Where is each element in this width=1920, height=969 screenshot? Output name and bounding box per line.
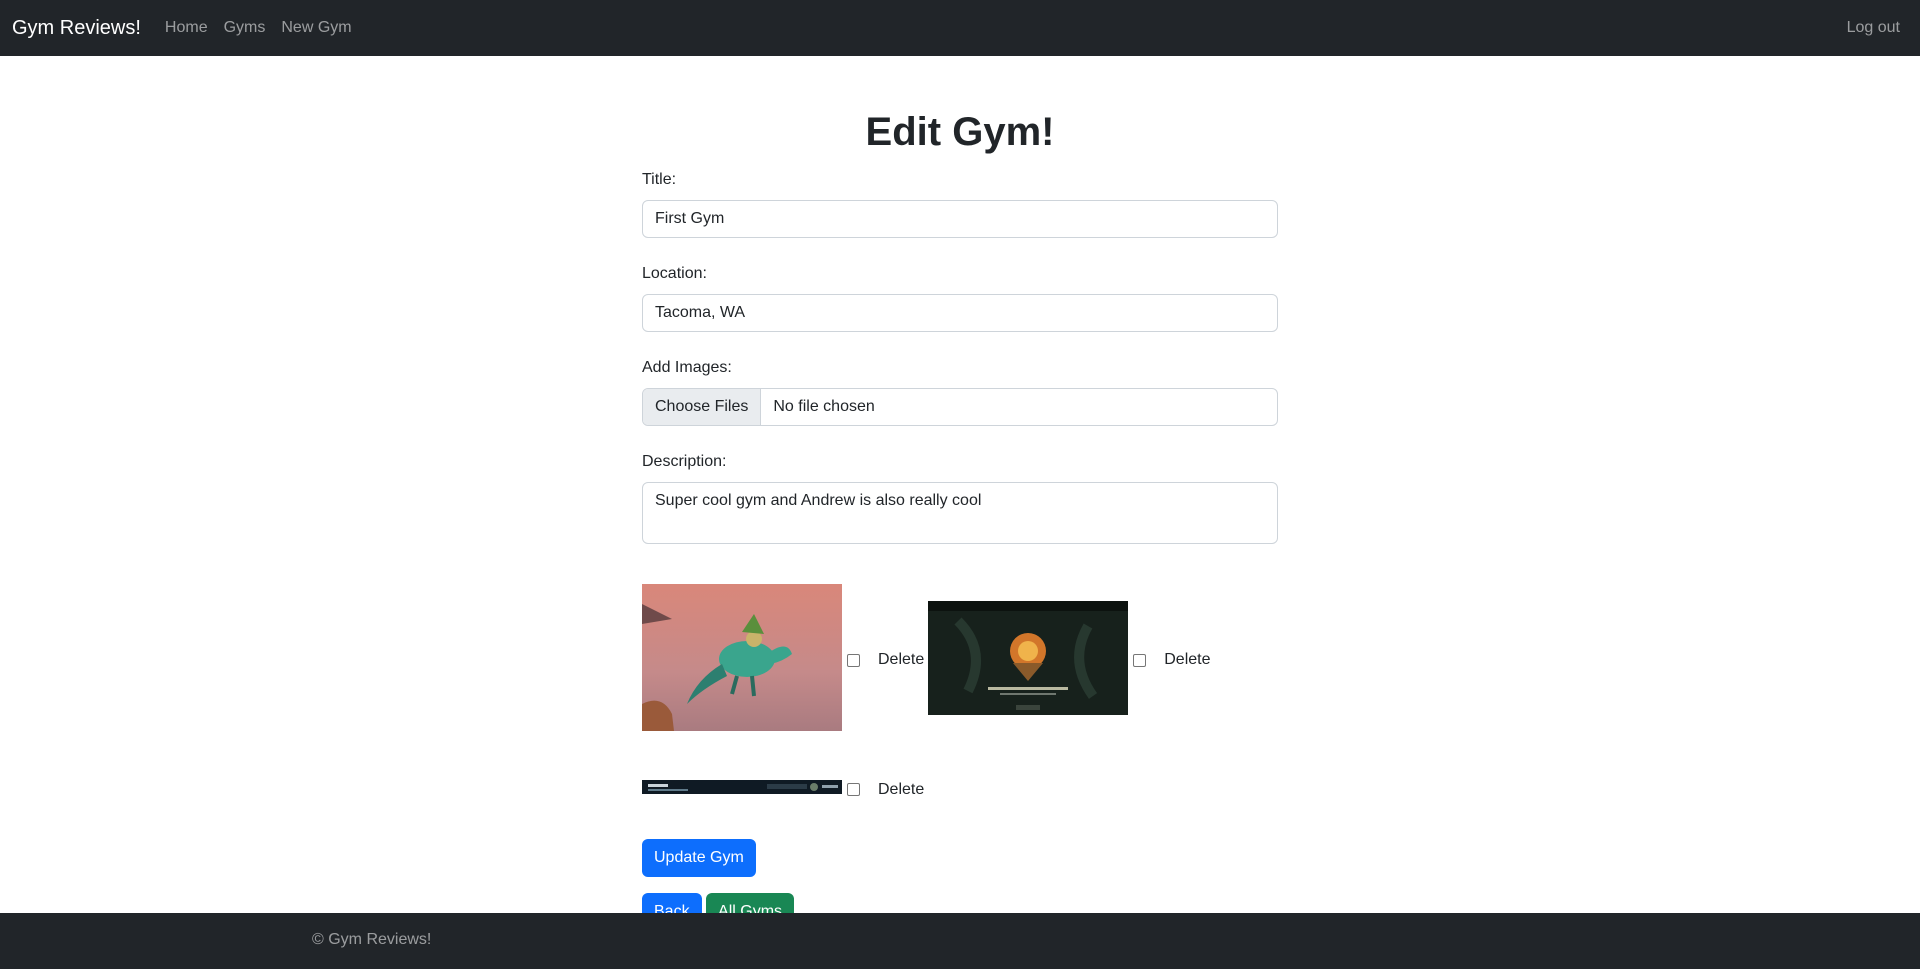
location-label: Location: bbox=[642, 265, 707, 282]
brand-link[interactable]: Gym Reviews! bbox=[12, 17, 141, 40]
location-group: Location: Tacoma, WA bbox=[642, 262, 1278, 332]
update-row: Update Gym bbox=[642, 839, 1278, 877]
delete-image-1-checkbox[interactable] bbox=[847, 653, 860, 667]
file-input[interactable]: Choose Files No file chosen bbox=[642, 388, 1278, 426]
honor-level-image bbox=[928, 600, 1129, 715]
choose-files-button[interactable]: Choose Files bbox=[643, 389, 762, 425]
file-status-text: No file chosen bbox=[773, 398, 875, 415]
title-input[interactable]: First Gym bbox=[642, 200, 1278, 238]
dragon-rider-image bbox=[642, 584, 842, 731]
banner-image bbox=[642, 780, 842, 794]
logout-link[interactable]: Log out bbox=[1847, 19, 1900, 37]
delete-image-1-label[interactable]: Delete bbox=[878, 651, 924, 669]
title-label: Title: bbox=[642, 171, 677, 188]
delete-image-2-checkbox[interactable] bbox=[1133, 653, 1147, 667]
nav-new-gym-link[interactable]: New Gym bbox=[281, 19, 351, 37]
description-label: Description: bbox=[642, 453, 727, 470]
delete-image-3-label[interactable]: Delete bbox=[878, 781, 924, 799]
nav-home-link[interactable]: Home bbox=[165, 19, 208, 37]
update-gym-button[interactable]: Update Gym bbox=[642, 839, 756, 877]
navbar: Gym Reviews! Home Gyms New Gym Log out bbox=[0, 0, 1920, 56]
add-images-label: Add Images: bbox=[642, 359, 732, 376]
edit-gym-container: Edit Gym! Title: First Gym Location: Tac… bbox=[642, 56, 1278, 931]
gym-image-3 bbox=[642, 780, 842, 799]
description-textarea[interactable]: Super cool gym and Andrew is also really… bbox=[642, 482, 1278, 544]
gym-image-2 bbox=[928, 600, 1129, 720]
title-group: Title: First Gym bbox=[642, 168, 1278, 238]
page-title: Edit Gym! bbox=[865, 110, 1055, 154]
edit-gym-form: Title: First Gym Location: Tacoma, WA Ad… bbox=[642, 168, 1278, 877]
footer: © Gym Reviews! bbox=[0, 913, 1920, 969]
gym-image-1 bbox=[642, 584, 842, 736]
description-group: Description: Super cool gym and Andrew i… bbox=[642, 450, 1278, 544]
nav-gyms-link[interactable]: Gyms bbox=[224, 19, 266, 37]
image-row-1: Delete Delete bbox=[642, 584, 1278, 736]
delete-image-3-checkbox[interactable] bbox=[847, 783, 860, 796]
footer-copyright: © Gym Reviews! bbox=[312, 931, 432, 948]
delete-image-2-label[interactable]: Delete bbox=[1164, 651, 1210, 669]
images-upload-group: Add Images: Choose Files No file chosen bbox=[642, 356, 1278, 426]
image-row-2: Delete bbox=[642, 780, 1278, 799]
location-input[interactable]: Tacoma, WA bbox=[642, 294, 1278, 332]
